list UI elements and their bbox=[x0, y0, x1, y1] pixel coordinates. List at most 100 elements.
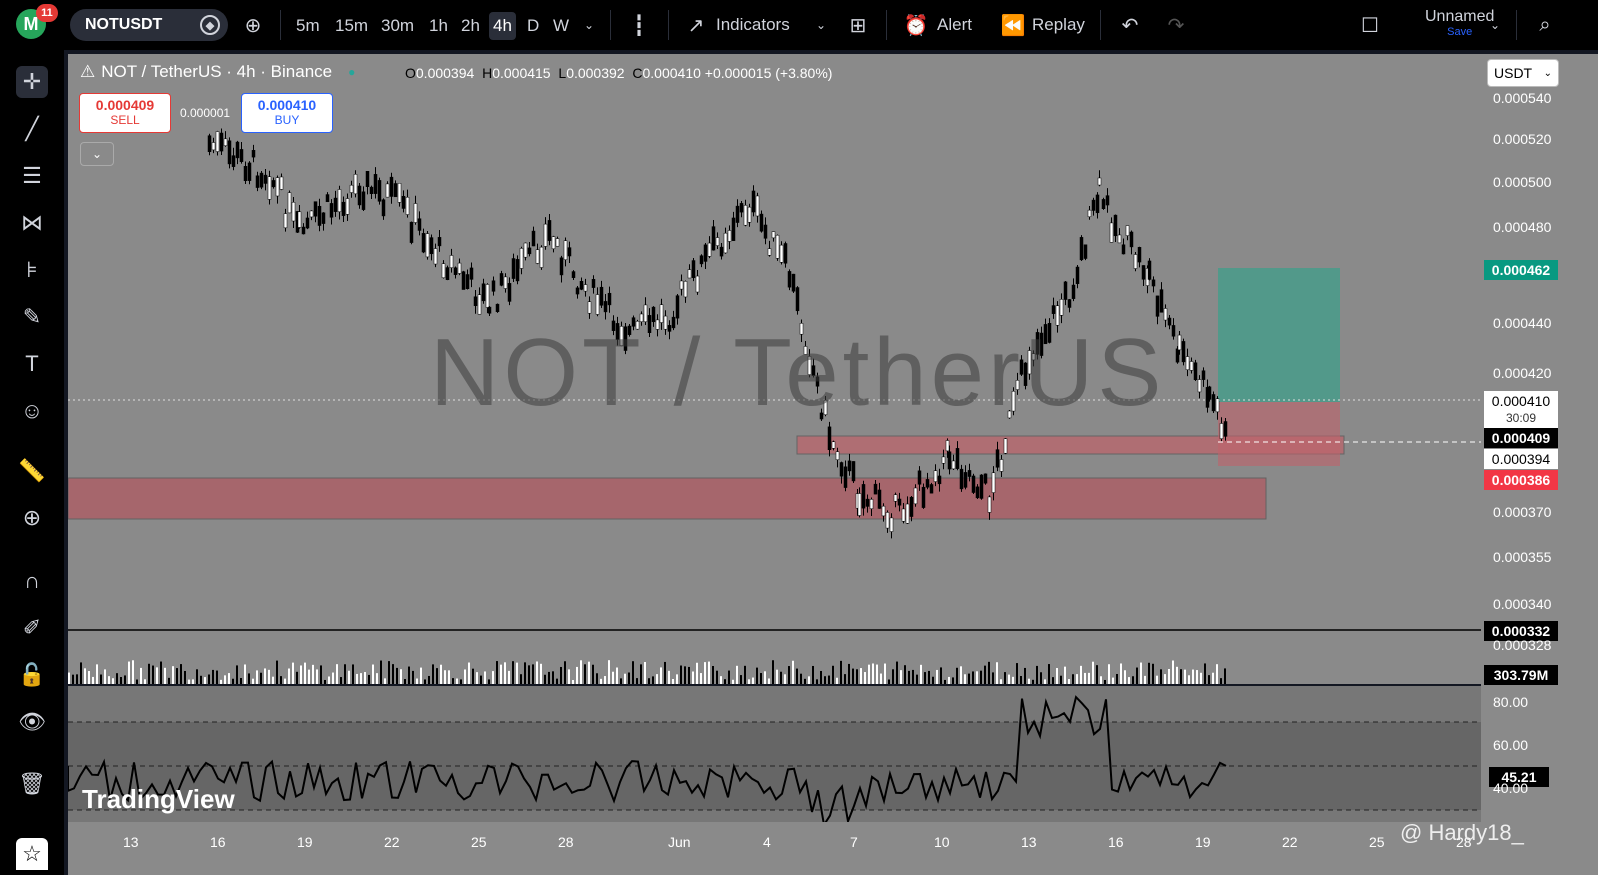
forecast-icon[interactable]: ⊧ bbox=[16, 254, 48, 286]
tf-w[interactable]: W bbox=[549, 12, 573, 40]
diamond-icon[interactable]: ◆ bbox=[200, 15, 220, 35]
volume-bar bbox=[192, 679, 194, 684]
templates-icon[interactable]: ⊞ bbox=[845, 12, 871, 38]
candle-body bbox=[991, 472, 996, 493]
volume-bar bbox=[580, 660, 582, 684]
volume-bar bbox=[876, 664, 878, 684]
candle-body bbox=[511, 258, 516, 279]
volume-bar bbox=[900, 670, 902, 684]
volume-bar bbox=[752, 677, 754, 684]
volume-bar bbox=[156, 667, 158, 684]
volume-bar bbox=[556, 678, 558, 684]
alarm-icon[interactable]: ⏰ bbox=[903, 12, 929, 38]
time-tick: 16 bbox=[1108, 834, 1124, 850]
tf-d[interactable]: D bbox=[523, 12, 543, 40]
ruler-icon[interactable]: 📏 bbox=[16, 455, 48, 487]
candle-body bbox=[583, 284, 588, 292]
candle-body bbox=[215, 131, 220, 152]
candle-body bbox=[847, 460, 852, 472]
brush-icon[interactable]: ✎ bbox=[16, 301, 48, 333]
volume-bar bbox=[168, 677, 170, 684]
sell-button[interactable]: 0.000409 SELL bbox=[79, 93, 171, 133]
currency-select[interactable]: USDT ⌄ bbox=[1487, 59, 1559, 87]
search-icon[interactable]: ⌕ bbox=[1532, 12, 1558, 38]
trend-line-icon[interactable]: ╱ bbox=[16, 113, 48, 145]
warning-icon: ⚠ bbox=[80, 62, 96, 81]
volume-bar bbox=[1072, 674, 1074, 684]
zoom-in-icon[interactable]: ⊕ bbox=[16, 502, 48, 534]
volume-bar bbox=[840, 660, 842, 684]
layout-icon[interactable]: ☐ bbox=[1357, 12, 1383, 38]
volume-bar bbox=[300, 665, 302, 684]
candles-icon[interactable]: ┇ bbox=[626, 12, 652, 38]
candle-body bbox=[719, 246, 724, 257]
candle-body bbox=[1159, 289, 1164, 313]
pattern-icon[interactable]: ⋈ bbox=[16, 207, 48, 239]
tf-5m[interactable]: 5m bbox=[292, 12, 324, 40]
volume-bar bbox=[1024, 667, 1026, 684]
time-tick: 22 bbox=[1282, 834, 1298, 850]
collapse-legend-button[interactable]: ⌄ bbox=[80, 142, 114, 166]
volume-bar bbox=[524, 662, 526, 684]
volume-bar bbox=[1064, 666, 1066, 684]
rsi-svg bbox=[68, 695, 1481, 822]
volume-bar bbox=[1056, 668, 1058, 684]
tf-1h[interactable]: 1h bbox=[425, 12, 452, 40]
redo-icon[interactable]: ↷ bbox=[1163, 12, 1189, 38]
symbol-search[interactable]: NOTUSDT ◆ bbox=[70, 9, 228, 41]
tf-30m[interactable]: 30m bbox=[377, 12, 418, 40]
tf-4h[interactable]: 4h bbox=[489, 12, 516, 40]
price-axis[interactable]: 0.000540 0.000520 0.000500 0.000480 0.00… bbox=[1481, 54, 1598, 822]
chevron-down-icon[interactable]: ⌄ bbox=[1482, 12, 1508, 38]
replay-icon[interactable]: ⏪ bbox=[1000, 12, 1026, 38]
volume-bar bbox=[512, 661, 514, 684]
rsi-pane[interactable] bbox=[68, 686, 1481, 822]
indicators-icon[interactable]: ↗ bbox=[683, 12, 709, 38]
star-icon[interactable]: ☆ bbox=[16, 838, 48, 870]
rsi-tick: 40.00 bbox=[1493, 780, 1529, 796]
chevron-down-icon[interactable]: ⌄ bbox=[576, 12, 602, 38]
price-tick: 0.000355 bbox=[1493, 549, 1552, 565]
tf-15m[interactable]: 15m bbox=[331, 12, 372, 40]
volume-bar bbox=[84, 668, 86, 684]
lock-pencil-icon[interactable]: ✐ bbox=[16, 612, 48, 644]
volume-bar bbox=[1200, 672, 1202, 684]
replay-button[interactable]: Replay bbox=[1032, 12, 1085, 38]
volume-bar bbox=[488, 679, 490, 684]
volume-bar bbox=[288, 668, 290, 684]
tf-2h[interactable]: 2h bbox=[457, 12, 484, 40]
volume-bar bbox=[596, 673, 598, 684]
text-icon[interactable]: T bbox=[16, 348, 48, 380]
indicators-button[interactable]: Indicators bbox=[716, 12, 790, 38]
buy-button[interactable]: 0.000410 BUY bbox=[241, 93, 333, 133]
chevron-down-icon[interactable]: ⌄ bbox=[808, 12, 834, 38]
volume-bar bbox=[212, 669, 214, 684]
emoji-icon[interactable]: ☺ bbox=[16, 395, 48, 427]
drawing-toolbar: ✛ ╱ ☰ ⋈ ⊧ ✎ T ☺ 📏 ⊕ ∩ ✐ 🔓 👁 🗑 ☆ bbox=[0, 50, 64, 875]
volume-bar bbox=[668, 670, 670, 684]
volume-bar bbox=[624, 673, 626, 684]
volume-bar bbox=[820, 670, 822, 684]
candle-body bbox=[791, 273, 796, 292]
volume-bar bbox=[1036, 665, 1038, 684]
volume-bar bbox=[772, 660, 774, 684]
crosshair-icon[interactable]: ✛ bbox=[16, 66, 48, 98]
eye-icon[interactable]: 👁 bbox=[16, 706, 48, 738]
volume-bar bbox=[788, 666, 790, 684]
undo-icon[interactable]: ↶ bbox=[1117, 12, 1143, 38]
volume-bar bbox=[828, 675, 830, 684]
candle-body bbox=[771, 231, 776, 239]
candle-body bbox=[267, 176, 272, 200]
volume-bar bbox=[544, 674, 546, 684]
magnet-icon[interactable]: ∩ bbox=[16, 565, 48, 597]
add-symbol-icon[interactable]: ⊕ bbox=[240, 12, 266, 38]
lock-icon[interactable]: 🔓 bbox=[16, 659, 48, 691]
candle-body bbox=[1137, 247, 1142, 263]
alert-button[interactable]: Alert bbox=[937, 12, 972, 38]
volume-bar bbox=[104, 669, 106, 684]
candle-body bbox=[547, 220, 552, 241]
fib-lines-icon[interactable]: ☰ bbox=[16, 160, 48, 192]
time-axis[interactable]: 13 16 19 22 25 28 Jun 4 7 10 13 16 19 22… bbox=[68, 822, 1598, 875]
volume-bar bbox=[296, 671, 298, 684]
trash-icon[interactable]: 🗑 bbox=[16, 768, 48, 800]
